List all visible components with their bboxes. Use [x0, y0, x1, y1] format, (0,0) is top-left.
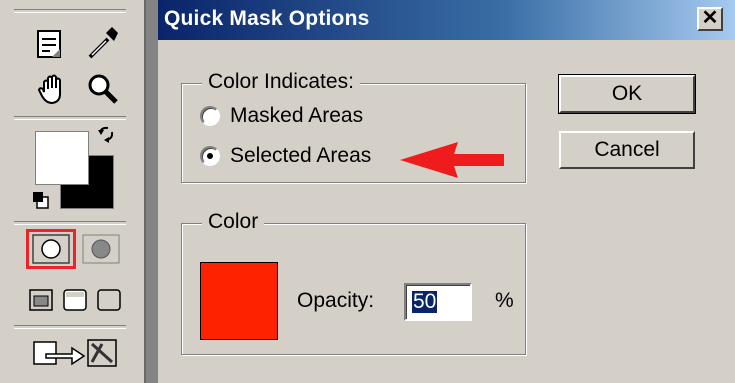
default-colors-icon[interactable]: [32, 190, 50, 210]
notes-tool-icon[interactable]: [36, 29, 66, 61]
ok-button[interactable]: OK: [558, 74, 696, 114]
screen-mode-full-icon: [97, 289, 121, 311]
dialog-title: Quick Mask Options: [164, 7, 370, 30]
opacity-value: 50: [412, 290, 438, 313]
jump-to-imageready-icon[interactable]: [32, 336, 122, 370]
selected-areas-radio[interactable]: [200, 146, 220, 166]
screen-mode-standard-icon: [29, 289, 53, 311]
selected-areas-label: Selected Areas: [230, 144, 372, 167]
red-arrow-annotation: [400, 142, 504, 178]
foreground-color-swatch[interactable]: [35, 131, 89, 185]
zoom-tool-icon[interactable]: [86, 72, 120, 106]
opacity-label: Opacity:: [297, 289, 375, 312]
hand-tool-icon[interactable]: [36, 72, 70, 106]
toolbox-divider: [14, 9, 126, 13]
mask-color-swatch[interactable]: [200, 262, 278, 340]
cancel-button[interactable]: Cancel: [559, 131, 695, 169]
dialog-titlebar[interactable]: Quick Mask Options ✕: [158, 0, 735, 40]
quick-mask-mode-icon[interactable]: [82, 234, 120, 264]
opacity-input[interactable]: 50: [404, 283, 472, 321]
toolbox-splitter: [144, 0, 158, 383]
standard-mode-icon[interactable]: [32, 234, 70, 264]
swap-colors-icon[interactable]: [96, 124, 118, 146]
cancel-button-label: Cancel: [594, 138, 660, 161]
screen-mode-icons: [29, 289, 121, 311]
toolbox-divider: [14, 221, 126, 225]
masked-areas-label: Masked Areas: [230, 104, 364, 127]
color-indicates-legend: Color Indicates:: [202, 69, 360, 95]
close-button[interactable]: ✕: [697, 7, 723, 31]
screen-mode-full-menu-icon: [63, 289, 87, 311]
close-icon: ✕: [701, 7, 719, 29]
masked-areas-radio[interactable]: [200, 106, 220, 126]
radio-selected-dot: [207, 153, 213, 159]
toolbox-divider: [14, 116, 126, 120]
ok-button-label: OK: [611, 82, 643, 105]
toolbox-panel: [0, 0, 144, 383]
percent-label: %: [495, 289, 514, 312]
eyedropper-tool-icon[interactable]: [84, 25, 120, 61]
selected-areas-option[interactable]: Selected Areas: [200, 142, 371, 170]
masked-areas-option[interactable]: Masked Areas: [200, 102, 363, 130]
quick-mask-options-dialog: Quick Mask Options ✕ Color Indicates: Ma…: [158, 0, 735, 383]
color-legend: Color: [202, 209, 265, 235]
toolbox-divider: [14, 325, 126, 329]
